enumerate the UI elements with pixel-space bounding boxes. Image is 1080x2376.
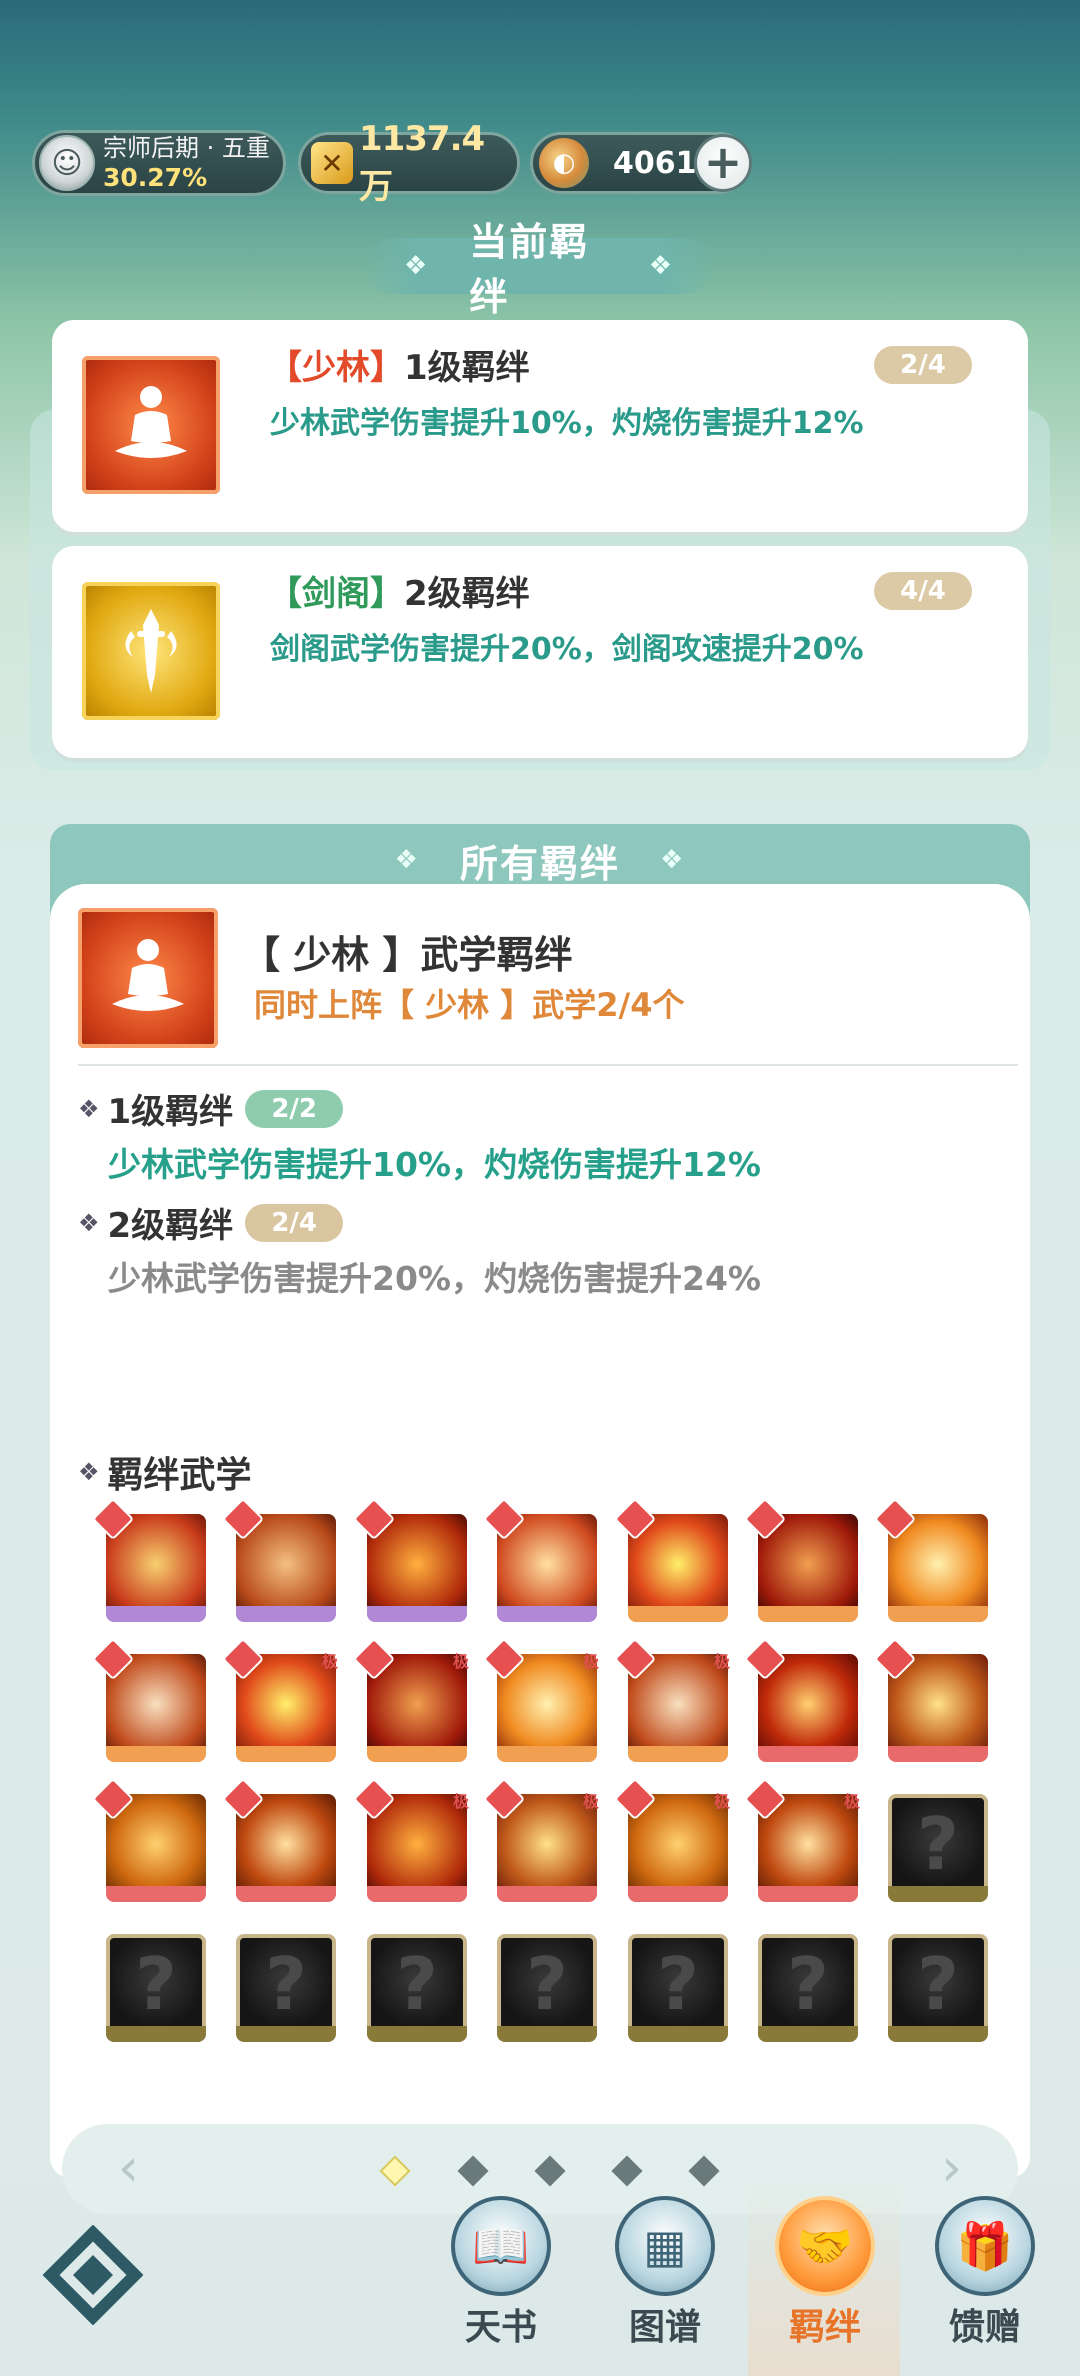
skill-tile[interactable]: 极 <box>613 1637 730 1762</box>
level-description: 少林武学伤害提升10%，灼烧伤害提升12% <box>108 1145 761 1184</box>
add-currency-button[interactable]: + <box>694 134 752 192</box>
page-dot[interactable] <box>611 2155 643 2187</box>
skill-tile[interactable]: 极 <box>352 1777 469 1902</box>
all-bonds-title: 所有羁绊 <box>459 841 620 886</box>
skill-tile[interactable] <box>613 1497 728 1622</box>
page-dot[interactable] <box>534 2155 566 2187</box>
next-page-arrow-icon[interactable]: › <box>941 2142 962 2194</box>
nav-tab-kuizeng[interactable]: 🎁 馈赠 <box>910 2196 1060 2376</box>
rank-pill[interactable]: ☺ 宗师后期 · 五重 30.27% <box>32 130 286 196</box>
current-bonds-header: ❖ 当前羁绊 ❖ <box>364 220 714 319</box>
locked-skill-tile[interactable]: ? <box>497 1934 597 2042</box>
skill-tile[interactable]: 极 <box>482 1777 599 1902</box>
skill-tile[interactable] <box>91 1637 206 1762</box>
prev-page-arrow-icon[interactable]: ‹ <box>118 2142 139 2194</box>
bond-title: 【剑阁】2级羁绊 <box>268 574 530 614</box>
bond-title: 【少林】1级羁绊 <box>268 348 530 388</box>
page-dot[interactable] <box>457 2155 489 2187</box>
skill-tile[interactable] <box>873 1497 988 1622</box>
level-row: ❖ 1级羁绊 2/2 <box>78 1084 344 1133</box>
question-mark-icon: ? <box>888 1934 988 2034</box>
locked-skill-tile[interactable]: ? <box>628 1934 728 2042</box>
bond-detail: 【 少林 】武学羁绊 同时上阵【 少林 】武学2/4个 ❖ 1级羁绊 2/2 少… <box>50 884 1030 2214</box>
currency-value: 4061 <box>613 145 697 181</box>
all-bonds-header: ❖ 所有羁绊 ❖ <box>50 828 1030 892</box>
locked-skill-tile[interactable]: ? <box>888 1794 988 1902</box>
level-description: 少林武学伤害提升20%，灼烧伤害提升24% <box>108 1259 761 1298</box>
skill-tile[interactable] <box>221 1497 336 1622</box>
meditating-monk-icon <box>78 908 218 1048</box>
question-mark-icon: ? <box>106 1934 206 2034</box>
bond-count-badge: 2/4 <box>874 346 972 384</box>
locked-skill-tile[interactable]: ? <box>367 1934 467 2042</box>
diamond-icon: ❖ <box>78 1458 100 1486</box>
level-badge: 2/2 <box>245 1089 344 1128</box>
currency-icon: ◐ <box>539 138 589 188</box>
level-badge: 2/4 <box>245 1203 344 1242</box>
nav-tab-tupu[interactable]: ▦ 图谱 <box>590 2196 740 2376</box>
bond-skills-heading: ❖ 羁绊武学 <box>78 1455 252 1496</box>
skill-tile[interactable] <box>352 1497 467 1622</box>
question-mark-icon: ? <box>497 1934 597 2034</box>
locked-skill-tile[interactable]: ? <box>888 1934 988 2042</box>
skill-tile[interactable] <box>743 1497 858 1622</box>
swords-icon: ✕ <box>311 142 353 184</box>
skill-grid: 极 极 极 极 极 极 极 极 ? ? ? ? ? ? ? ? <box>91 1497 1006 2054</box>
combat-power-value: 1137.4万 <box>358 118 485 207</box>
rank-title: 宗师后期 · 五重 <box>103 134 270 162</box>
page-dot[interactable] <box>688 2155 720 2187</box>
avatar-icon: ☺ <box>39 135 95 191</box>
skill-tile[interactable]: 极 <box>743 1777 860 1902</box>
page-dot[interactable] <box>379 2155 411 2187</box>
handshake-icon: 🤝 <box>775 2196 875 2296</box>
skill-tile[interactable] <box>482 1497 597 1622</box>
skill-tile[interactable]: 极 <box>482 1637 599 1762</box>
bond-description: 少林武学伤害提升10%，灼烧伤害提升12% <box>270 406 864 441</box>
bond-card-jiange[interactable]: 【剑阁】2级羁绊 剑阁武学伤害提升20%，剑阁攻速提升20% 4/4 <box>52 546 1028 758</box>
diamond-icon: ❖ <box>648 251 674 281</box>
current-bonds-title: 当前羁绊 <box>469 220 590 319</box>
book-icon: 📖 <box>451 2196 551 2296</box>
skill-tile[interactable] <box>743 1637 858 1762</box>
bond-count-badge: 4/4 <box>874 572 972 610</box>
meditating-monk-icon <box>82 356 220 494</box>
diamond-icon: ❖ <box>394 845 420 875</box>
question-mark-icon: ? <box>236 1934 336 2034</box>
diamond-icon: ❖ <box>660 845 686 875</box>
skill-tile[interactable] <box>91 1777 206 1902</box>
diamond-icon: ❖ <box>78 1094 100 1123</box>
skill-tile[interactable] <box>91 1497 206 1622</box>
skill-tile[interactable] <box>221 1777 336 1902</box>
rank-percent: 30.27% <box>103 163 208 192</box>
question-mark-icon: ? <box>888 1794 988 1894</box>
diamond-icon: ❖ <box>404 251 430 281</box>
detail-subtitle: 同时上阵【 少林 】武学2/4个 <box>254 986 685 1024</box>
divider <box>78 1064 1018 1066</box>
combat-power-pill: ✕ 1137.4万 <box>298 119 520 207</box>
question-mark-icon: ? <box>367 1934 467 2034</box>
menu-logo-icon[interactable] <box>40 2222 146 2328</box>
locked-skill-tile[interactable]: ? <box>236 1934 336 2042</box>
level-row: ❖ 2级羁绊 2/4 <box>78 1198 344 1247</box>
skill-tile[interactable]: 极 <box>613 1777 730 1902</box>
skill-tile[interactable] <box>873 1637 988 1762</box>
bond-card-shaolin[interactable]: 【少林】1级羁绊 少林武学伤害提升10%，灼烧伤害提升12% 2/4 <box>52 320 1028 532</box>
locked-skill-tile[interactable]: ? <box>758 1934 858 2042</box>
diamond-icon: ❖ <box>78 1208 100 1237</box>
sword-emblem-icon <box>82 582 220 720</box>
skill-tile[interactable]: 极 <box>352 1637 469 1762</box>
bond-description: 剑阁武学伤害提升20%，剑阁攻速提升20% <box>270 632 864 667</box>
nav-tab-jiban[interactable]: 🤝 羁绊 <box>750 2196 900 2376</box>
locked-skill-tile[interactable]: ? <box>106 1934 206 2042</box>
atlas-icon: ▦ <box>615 2196 715 2296</box>
gift-icon: 🎁 <box>935 2196 1035 2296</box>
detail-title: 【 少林 】武学羁绊 <box>242 933 573 977</box>
question-mark-icon: ? <box>758 1934 858 2034</box>
all-bonds-panel: ❖ 所有羁绊 ❖ 【 少林 】武学羁绊 同时上阵【 少林 】武学2/4个 ❖ 1… <box>50 824 1030 2214</box>
skill-tile[interactable]: 极 <box>221 1637 338 1762</box>
question-mark-icon: ? <box>628 1934 728 2034</box>
nav-tab-tianshu[interactable]: 📖 天书 <box>426 2196 576 2376</box>
